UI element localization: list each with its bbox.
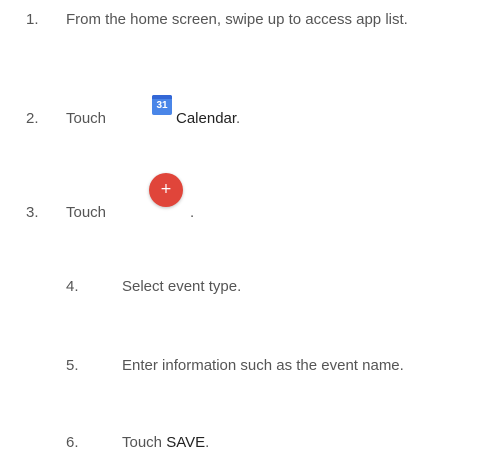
step-text: Touch SAVE.	[122, 431, 209, 455]
step-period: .	[205, 434, 210, 451]
step-number: 2.	[26, 110, 39, 127]
add-fab-icon: +	[149, 173, 183, 207]
step-text: Touch	[66, 110, 107, 127]
step-label: Calendar.	[176, 107, 240, 131]
calendar-app-icon: 31	[152, 95, 172, 115]
step-4: 4. Select event type.	[66, 275, 486, 299]
save-label: SAVE	[166, 434, 206, 451]
step-1: 1. From the home screen, swipe up to acc…	[26, 8, 486, 32]
step-touch-word: Touch	[122, 434, 163, 451]
step-number: 5.	[66, 357, 79, 374]
step-2: 2. Touch 31 Calendar.	[26, 95, 486, 131]
step-number: 4.	[66, 278, 79, 295]
step-5: 5. Enter information such as the event n…	[66, 354, 486, 378]
step-6: 6. Touch SAVE.	[66, 431, 486, 455]
step-text: From the home screen, swipe up to access…	[66, 11, 408, 28]
step-period: .	[190, 204, 195, 221]
step-3: 3. Touch + .	[26, 173, 486, 225]
step-text: Enter information such as the event name…	[122, 357, 404, 374]
step-number: 1.	[26, 11, 39, 28]
step-text: Touch	[66, 204, 107, 221]
step-period: .	[236, 110, 241, 127]
step-text: Select event type.	[122, 278, 242, 295]
calendar-label: Calendar	[176, 110, 237, 127]
step-number: 6.	[66, 434, 79, 451]
step-number: 3.	[26, 204, 39, 221]
